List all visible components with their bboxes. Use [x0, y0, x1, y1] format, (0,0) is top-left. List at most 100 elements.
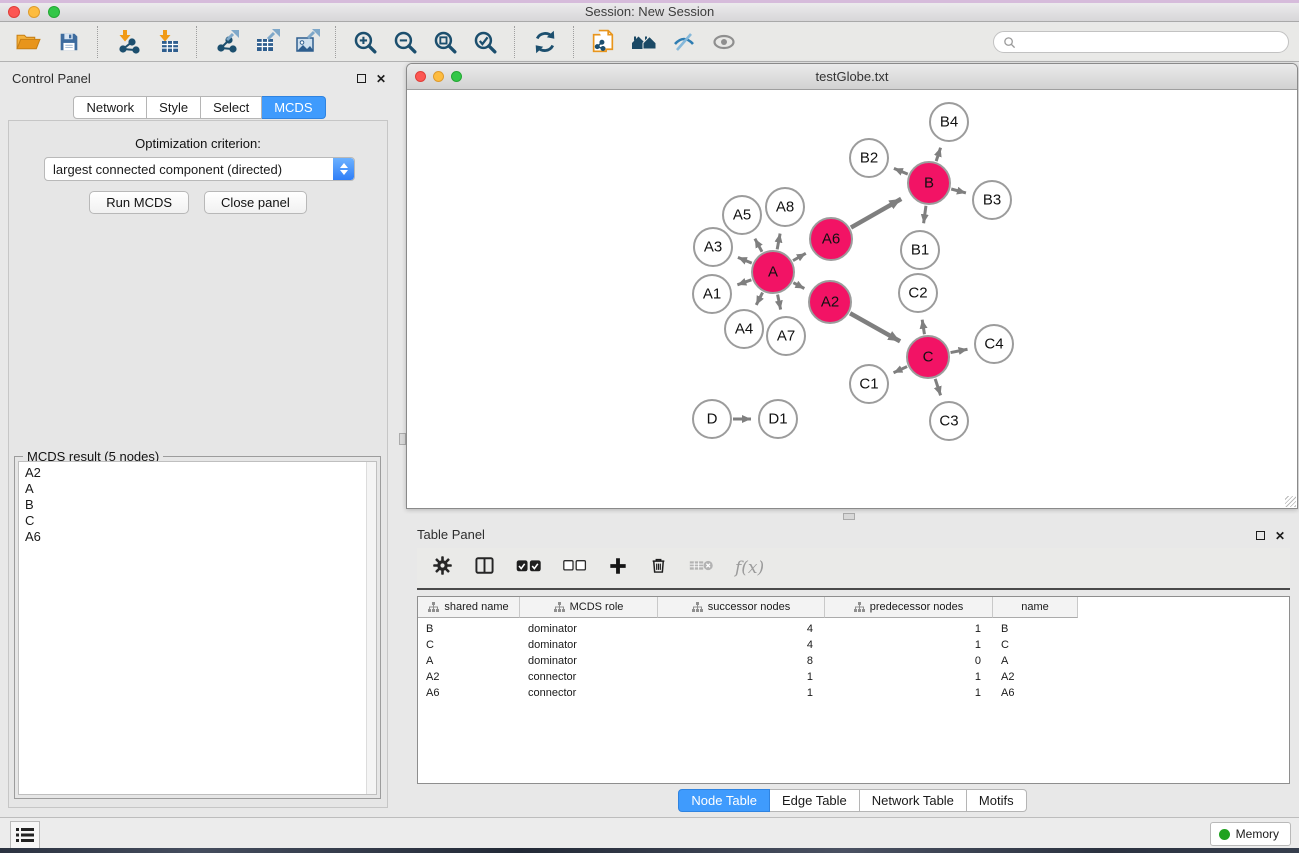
mcds-result-item[interactable]: C — [25, 513, 364, 529]
criterion-select[interactable]: largest connected component (directed) — [44, 157, 355, 181]
float-panel-icon[interactable] — [1256, 531, 1265, 540]
float-panel-icon[interactable] — [357, 74, 366, 83]
close-panel-button[interactable]: Close panel — [204, 191, 307, 214]
zoom-fit-button[interactable] — [429, 26, 462, 59]
task-history-button[interactable] — [10, 821, 40, 849]
mcds-result-item[interactable]: A — [25, 481, 364, 497]
edge-A-A8[interactable] — [777, 234, 780, 250]
tab-motifs[interactable]: Motifs — [967, 789, 1027, 812]
node-C1[interactable]: C1 — [850, 365, 888, 403]
mcds-list-scrollbar[interactable] — [366, 462, 376, 794]
save-session-button[interactable] — [52, 26, 85, 59]
search-box[interactable] — [993, 31, 1289, 53]
horizontal-splitter[interactable] — [406, 509, 1299, 522]
memory-button[interactable]: Memory — [1210, 822, 1291, 846]
table-options-button[interactable] — [432, 555, 453, 581]
edge-C-C3[interactable] — [935, 379, 940, 395]
table-row[interactable]: Adominator80A — [418, 653, 1289, 669]
network-canvas[interactable]: AA1A2A3A4A5A6A7A8BB1B2B3B4CC1C2C3C4DD1 — [407, 90, 1297, 508]
node-B3[interactable]: B3 — [973, 181, 1011, 219]
table-row[interactable]: A2connector11A2 — [418, 669, 1289, 685]
node-C4[interactable]: C4 — [975, 325, 1013, 363]
tab-network-table[interactable]: Network Table — [860, 789, 967, 812]
node-A8[interactable]: A8 — [766, 188, 804, 226]
edge-A-A2[interactable] — [793, 283, 804, 289]
new-network-button[interactable] — [587, 26, 620, 59]
function-builder-button[interactable]: f(x) — [735, 558, 764, 578]
run-mcds-button[interactable]: Run MCDS — [89, 191, 189, 214]
zoom-in-button[interactable] — [349, 26, 382, 59]
export-network-button[interactable] — [210, 26, 243, 59]
export-table-button[interactable] — [250, 26, 283, 59]
tab-mcds[interactable]: MCDS — [262, 96, 325, 119]
column-header-predecessor-nodes[interactable]: predecessor nodes — [825, 597, 993, 618]
tab-style[interactable]: Style — [147, 96, 201, 119]
open-session-button[interactable] — [12, 26, 45, 59]
vertical-splitter[interactable] — [399, 63, 406, 817]
node-D1[interactable]: D1 — [759, 400, 797, 438]
deselect-all-button[interactable] — [563, 559, 587, 577]
edge-B-B1[interactable] — [924, 206, 926, 223]
edge-A-A5[interactable] — [755, 239, 762, 252]
edge-A2-C[interactable] — [850, 313, 900, 341]
edge-A-A7[interactable] — [778, 295, 781, 310]
search-input[interactable] — [1021, 34, 1279, 50]
node-A1[interactable]: A1 — [693, 275, 731, 313]
tab-edge-table[interactable]: Edge Table — [770, 789, 860, 812]
close-panel-icon[interactable]: ✕ — [376, 73, 386, 85]
node-A7[interactable]: A7 — [767, 317, 805, 355]
edge-B-B4[interactable] — [936, 148, 940, 161]
refresh-button[interactable] — [528, 26, 561, 59]
edge-C-C1[interactable] — [894, 367, 908, 373]
edge-A-A3[interactable] — [738, 257, 752, 263]
mcds-result-item[interactable]: A2 — [25, 465, 364, 481]
edge-A-A1[interactable] — [737, 280, 751, 285]
resize-grip[interactable] — [1285, 496, 1296, 507]
tab-node-table[interactable]: Node Table — [678, 789, 770, 812]
delete-table-button[interactable] — [689, 558, 714, 578]
edge-A6-B[interactable] — [851, 199, 901, 228]
table-row[interactable]: Bdominator41B — [418, 621, 1289, 637]
delete-column-button[interactable] — [649, 555, 668, 581]
column-header-mcds-role[interactable]: MCDS role — [520, 597, 658, 618]
select-all-button[interactable] — [516, 559, 542, 578]
column-header-successor-nodes[interactable]: successor nodes — [658, 597, 825, 618]
edge-B-B2[interactable] — [894, 168, 908, 174]
edge-A-A6[interactable] — [793, 253, 806, 260]
show-panels-button[interactable] — [707, 26, 740, 59]
home-button[interactable] — [627, 26, 660, 59]
node-C2[interactable]: C2 — [899, 274, 937, 312]
node-A5[interactable]: A5 — [723, 196, 761, 234]
network-window-titlebar[interactable]: testGlobe.txt — [407, 64, 1297, 90]
table-row[interactable]: Cdominator41C — [418, 637, 1289, 653]
export-image-button[interactable] — [290, 26, 323, 59]
zoom-out-button[interactable] — [389, 26, 422, 59]
splitter-grip[interactable] — [399, 433, 406, 445]
import-network-button[interactable] — [111, 26, 144, 59]
splitter-grip[interactable] — [843, 513, 855, 520]
tab-network[interactable]: Network — [73, 96, 147, 119]
node-D[interactable]: D — [693, 400, 731, 438]
node-A2[interactable]: A2 — [809, 281, 851, 323]
zoom-selected-button[interactable] — [469, 26, 502, 59]
node-C3[interactable]: C3 — [930, 402, 968, 440]
node-B4[interactable]: B4 — [930, 103, 968, 141]
edge-C-C2[interactable] — [922, 320, 924, 335]
node-B[interactable]: B — [908, 162, 950, 204]
close-panel-icon[interactable]: ✕ — [1275, 530, 1285, 542]
hide-panels-button[interactable] — [667, 26, 700, 59]
node-C[interactable]: C — [907, 336, 949, 378]
edge-C-C4[interactable] — [951, 349, 968, 352]
node-B1[interactable]: B1 — [901, 231, 939, 269]
tab-select[interactable]: Select — [201, 96, 262, 119]
node-B2[interactable]: B2 — [850, 139, 888, 177]
import-table-button[interactable] — [151, 26, 184, 59]
table-row[interactable]: A6connector11A6 — [418, 685, 1289, 701]
add-column-button[interactable] — [608, 556, 628, 581]
node-A[interactable]: A — [752, 251, 794, 293]
toggle-columns-button[interactable] — [474, 555, 495, 581]
mcds-result-item[interactable]: B — [25, 497, 364, 513]
edge-A-A4[interactable] — [756, 292, 762, 304]
node-A4[interactable]: A4 — [725, 310, 763, 348]
node-A3[interactable]: A3 — [694, 228, 732, 266]
